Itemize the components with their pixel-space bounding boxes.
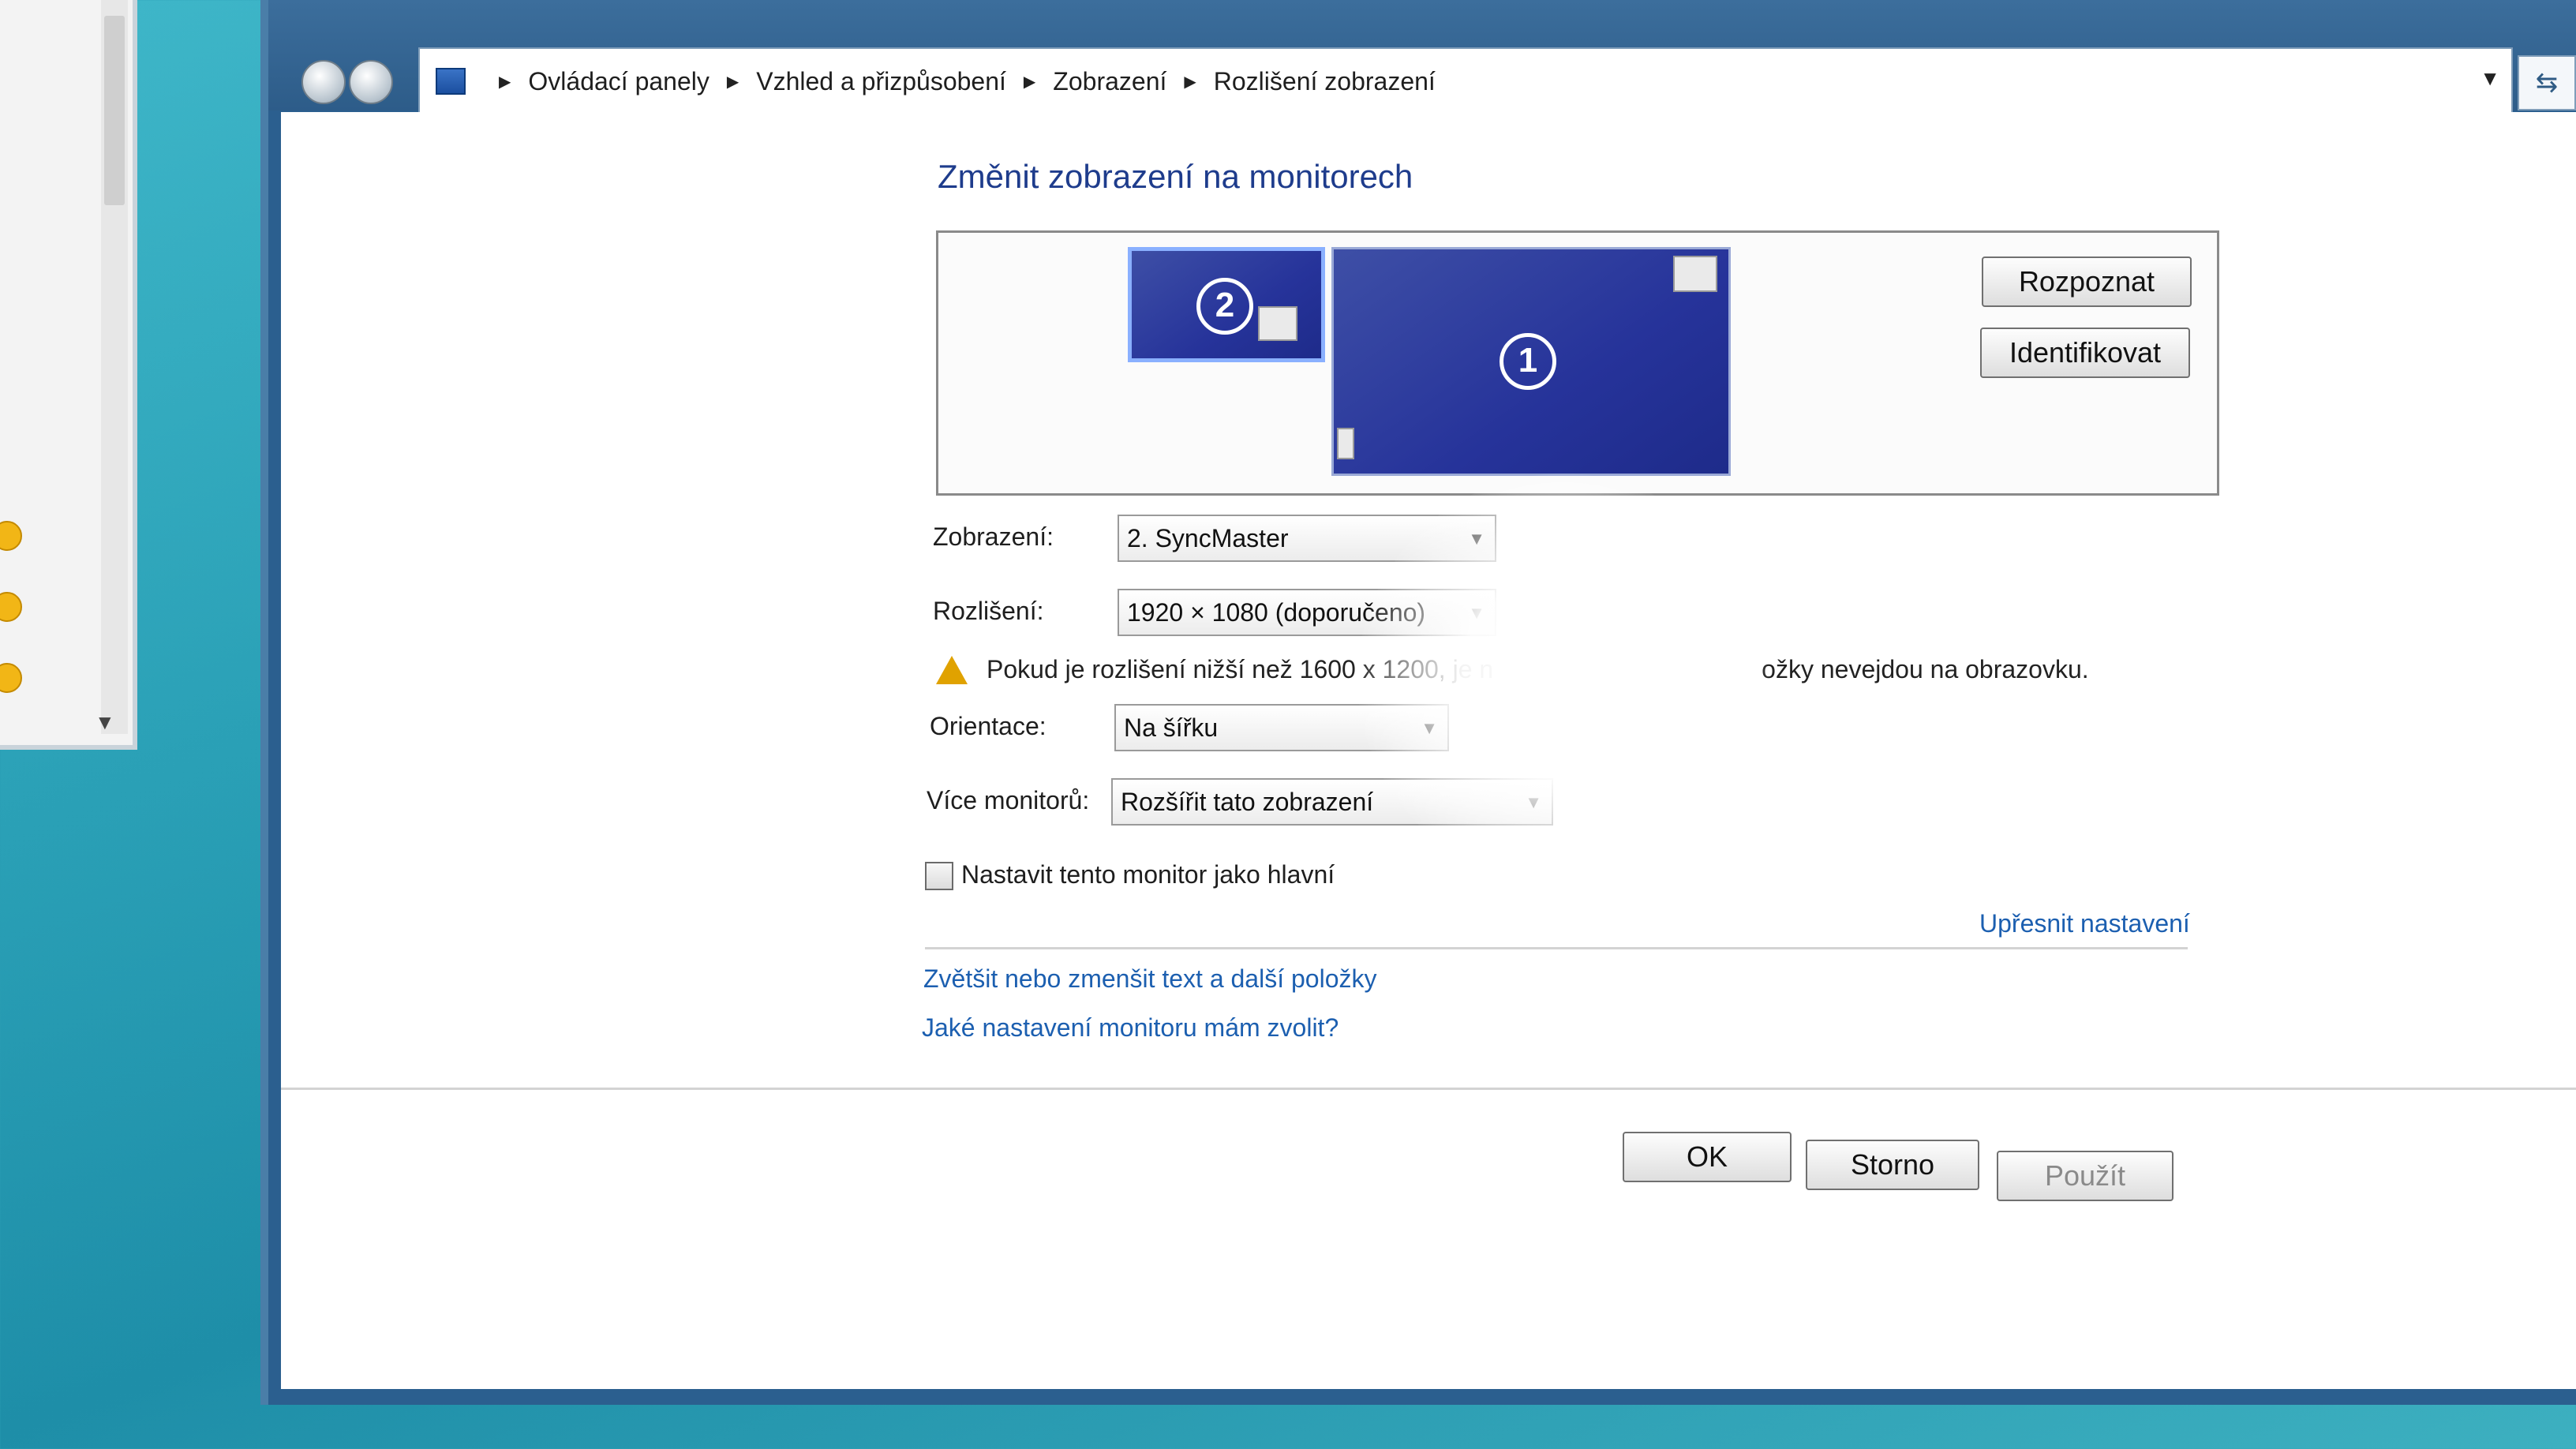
display-select[interactable]: 2. SyncMaster ▼ xyxy=(1118,515,1496,562)
content-pane: Změnit zobrazení na monitorech 2 1 Rozpo… xyxy=(281,112,2576,1389)
window-icon xyxy=(1673,256,1717,292)
detect-button[interactable]: Rozpoznat xyxy=(1982,256,2192,307)
multiple-monitors-select[interactable]: Rozšířit tato zobrazení ▼ xyxy=(1111,778,1553,826)
orientation-select-value: Na šířku xyxy=(1124,713,1219,742)
chevron-down-icon[interactable]: ▼ xyxy=(1421,718,1438,739)
monitor-number: 1 xyxy=(1500,333,1556,390)
back-button[interactable] xyxy=(301,60,346,104)
forward-button[interactable] xyxy=(349,60,393,104)
cancel-button[interactable]: Storno xyxy=(1806,1140,1979,1190)
taskbar-grid-icon xyxy=(1258,306,1297,341)
refresh-icon[interactable]: ⇆ xyxy=(2518,55,2576,110)
warning-text-end: ožky nevejdou na obrazovku. xyxy=(1762,655,2089,683)
main-monitor-checkbox[interactable] xyxy=(925,862,953,890)
chevron-down-icon[interactable]: ▼ xyxy=(1468,603,1485,623)
resolution-select[interactable]: 1920 × 1080 (doporučeno) ▼ xyxy=(1118,589,1496,636)
control-panel-window: ▶ Ovládací panely ▶ Vzhled a přizpůsoben… xyxy=(260,0,2576,1405)
multiple-monitors-label: Více monitorů: xyxy=(927,786,1090,814)
chevron-right-icon[interactable]: ▶ xyxy=(499,72,511,92)
footer-divider xyxy=(281,1088,2576,1090)
chevron-right-icon[interactable]: ▶ xyxy=(727,72,739,92)
monitor-arrangement[interactable]: 2 1 Rozpoznat Identifikovat xyxy=(936,230,2219,496)
ok-button[interactable]: OK xyxy=(1623,1132,1792,1182)
resolution-warning: Pokud je rozlišení nižší než 1600 x 1200… xyxy=(936,655,2089,684)
orientation-select[interactable]: Na šířku ▼ xyxy=(1114,704,1449,751)
control-panel-icon xyxy=(436,68,466,95)
warning-icon xyxy=(936,655,968,684)
multiple-monitors-select-value: Rozšířit tato zobrazení xyxy=(1121,787,1374,816)
monitor-number: 2 xyxy=(1196,278,1253,335)
breadcrumb-item-current[interactable]: Rozlišení zobrazení xyxy=(1214,67,1436,96)
background-window: ▼ xyxy=(0,0,137,750)
monitor-2[interactable]: 2 xyxy=(1128,247,1325,362)
chevron-down-icon[interactable]: ▼ xyxy=(1525,792,1542,813)
warning-text-start: Pokud je rozlišení nižší než 1600 x 1200… xyxy=(987,655,1494,683)
monitor-1[interactable]: 1 xyxy=(1331,247,1731,476)
monitor-help-link[interactable]: Jaké nastavení monitoru mám zvolit? xyxy=(922,1013,1339,1043)
breadcrumb-item[interactable]: Vzhled a přizpůsobení xyxy=(756,67,1006,96)
chevron-right-icon[interactable]: ▶ xyxy=(1024,72,1035,92)
display-label: Zobrazení: xyxy=(933,522,1054,551)
resolution-select-value: 1920 × 1080 (doporučeno) xyxy=(1127,597,1426,627)
emoji-icon xyxy=(0,521,22,551)
emoji-icon xyxy=(0,592,22,622)
breadcrumb-item[interactable]: Zobrazení xyxy=(1053,67,1166,96)
title-bar: ▶ Ovládací panely ▶ Vzhled a přizpůsoben… xyxy=(268,0,2576,115)
chevron-right-icon[interactable]: ▶ xyxy=(1184,72,1196,92)
address-bar[interactable]: ▶ Ovládací panely ▶ Vzhled a přizpůsoben… xyxy=(418,47,2513,115)
advanced-settings-link[interactable]: Upřesnit nastavení xyxy=(1979,909,2190,938)
scroll-down-arrow-icon[interactable]: ▼ xyxy=(95,710,115,735)
divider xyxy=(925,947,2188,949)
breadcrumb-item[interactable]: Ovládací panely xyxy=(528,67,709,96)
main-monitor-checkbox-label[interactable]: Nastavit tento monitor jako hlavní xyxy=(961,860,1335,889)
taskbar-icon xyxy=(1337,428,1354,459)
identify-button[interactable]: Identifikovat xyxy=(1980,328,2190,378)
emoji-icon xyxy=(0,663,22,693)
page-title: Změnit zobrazení na monitorech xyxy=(938,158,1413,195)
apply-button[interactable]: Použít xyxy=(1997,1151,2174,1201)
background-scrollbar-thumb[interactable] xyxy=(104,16,125,205)
address-dropdown-icon[interactable]: ▼ xyxy=(2480,66,2500,91)
chevron-down-icon[interactable]: ▼ xyxy=(1468,529,1485,549)
display-select-value: 2. SyncMaster xyxy=(1127,523,1289,552)
text-size-link[interactable]: Zvětšit nebo zmenšit text a další položk… xyxy=(923,964,1376,994)
resolution-label: Rozlišení: xyxy=(933,597,1044,625)
orientation-label: Orientace: xyxy=(930,712,1046,740)
